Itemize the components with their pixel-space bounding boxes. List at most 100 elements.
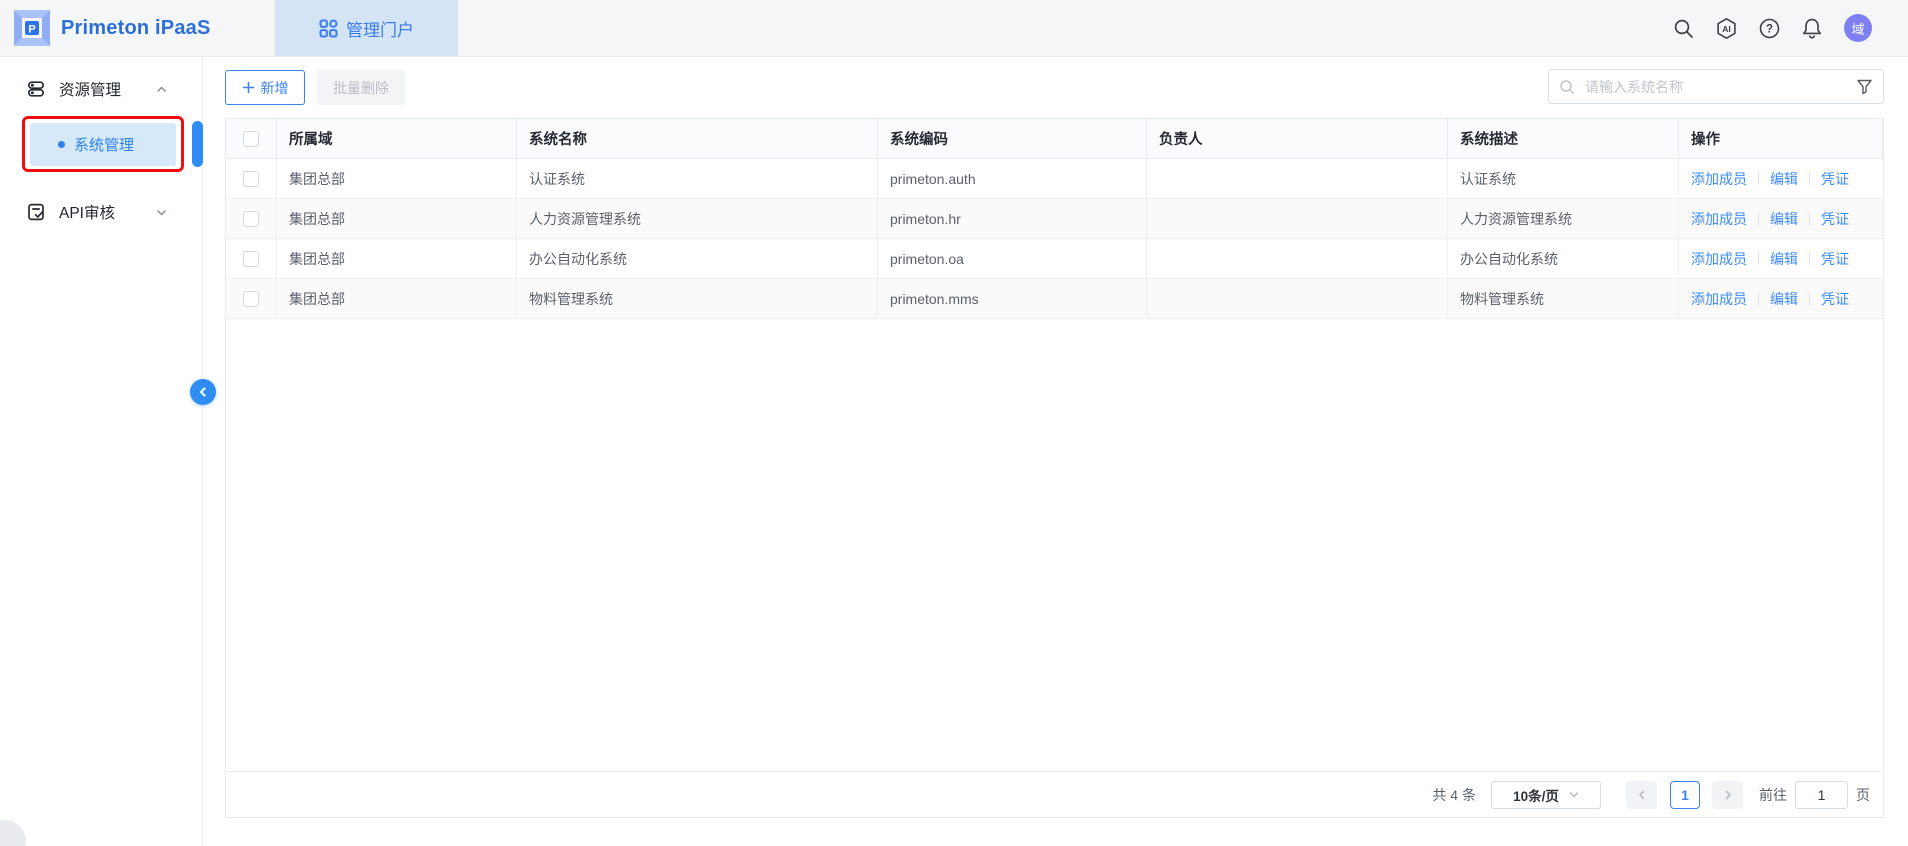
chevron-left-icon (1637, 790, 1647, 800)
chevron-up-icon (156, 84, 167, 95)
chevron-down-icon (1569, 790, 1579, 800)
page-unit-label: 页 (1856, 785, 1870, 805)
cell-code: primeton.hr (878, 199, 1147, 238)
action-divider (1809, 292, 1810, 305)
search-icon[interactable] (1673, 18, 1694, 39)
sidebar-collapse-button[interactable] (190, 379, 216, 405)
cell-domain: 集团总部 (277, 279, 517, 318)
column-header-domain: 所属域 (277, 119, 517, 158)
credential-link[interactable]: 凭证 (1821, 209, 1849, 229)
cell-owner (1147, 279, 1448, 318)
sidebar-group-api-audit[interactable]: API审核 (0, 192, 202, 232)
page-number-button[interactable]: 1 (1670, 781, 1700, 809)
sidebar: 资源管理 系统管理 API审核 (0, 56, 203, 846)
page-size-value: 10条/页 (1513, 785, 1559, 805)
add-member-link[interactable]: 添加成员 (1691, 169, 1747, 189)
logo-icon: P (12, 8, 52, 48)
pagination-bar: 共 4 条 10条/页 1 前往 页 (226, 771, 1883, 817)
cell-code: primeton.mms (878, 279, 1147, 318)
sidebar-item-label: 系统管理 (74, 134, 134, 155)
resources-stack-icon (26, 79, 46, 99)
page-size-select[interactable]: 10条/页 (1491, 781, 1601, 809)
chevron-down-icon (156, 207, 167, 218)
sidebar-group-label: API审核 (59, 201, 115, 223)
edit-link[interactable]: 编辑 (1770, 249, 1798, 269)
row-checkbox[interactable] (243, 251, 259, 267)
tab-management-portal[interactable]: 管理门户 (275, 0, 458, 56)
sidebar-item-system-management[interactable]: 系统管理 (30, 123, 176, 166)
goto-page-input[interactable] (1795, 781, 1848, 809)
user-avatar[interactable]: 域 (1844, 14, 1872, 42)
svg-text:AI: AI (1722, 23, 1731, 33)
batch-delete-label: 批量删除 (333, 78, 389, 98)
row-checkbox[interactable] (243, 211, 259, 227)
active-bullet-icon (58, 141, 65, 148)
column-header-name: 系统名称 (517, 119, 878, 158)
credential-link[interactable]: 凭证 (1821, 289, 1849, 309)
action-divider (1758, 172, 1759, 185)
filter-funnel-icon[interactable] (1856, 78, 1873, 95)
cell-name: 人力资源管理系统 (517, 199, 878, 238)
column-header-description: 系统描述 (1448, 119, 1679, 158)
cell-description: 人力资源管理系统 (1448, 199, 1679, 238)
select-all-checkbox[interactable] (243, 131, 259, 147)
cell-name: 认证系统 (517, 159, 878, 198)
table-row: 集团总部 认证系统 primeton.auth 认证系统 添加成员 编辑 凭证 (226, 159, 1883, 199)
cell-owner (1147, 159, 1448, 198)
credential-link[interactable]: 凭证 (1821, 169, 1849, 189)
column-header-owner: 负责人 (1147, 119, 1448, 158)
app-grid-icon (319, 19, 338, 38)
sidebar-group-label: 资源管理 (59, 78, 121, 100)
action-divider (1809, 252, 1810, 265)
active-menu-indicator (192, 121, 203, 167)
credential-link[interactable]: 凭证 (1821, 249, 1849, 269)
cell-actions: 添加成员 编辑 凭证 (1679, 159, 1883, 198)
action-divider (1758, 212, 1759, 225)
next-page-button[interactable] (1712, 781, 1743, 809)
table-row: 集团总部 人力资源管理系统 primeton.hr 人力资源管理系统 添加成员 … (226, 199, 1883, 239)
add-member-link[interactable]: 添加成员 (1691, 209, 1747, 229)
cell-description: 认证系统 (1448, 159, 1679, 198)
goto-label: 前往 (1759, 785, 1787, 805)
row-checkbox[interactable] (243, 171, 259, 187)
notification-bell-icon[interactable] (1801, 17, 1823, 39)
add-member-link[interactable]: 添加成员 (1691, 249, 1747, 269)
app-title: Primeton iPaaS (61, 17, 211, 40)
help-icon[interactable]: ? (1759, 18, 1780, 39)
cell-actions: 添加成员 编辑 凭证 (1679, 199, 1883, 238)
batch-delete-button[interactable]: 批量删除 (317, 70, 405, 105)
chevron-right-icon (1723, 790, 1733, 800)
cell-actions: 添加成员 编辑 凭证 (1679, 239, 1883, 278)
api-audit-icon (26, 202, 46, 222)
cell-owner (1147, 199, 1448, 238)
row-checkbox[interactable] (243, 291, 259, 307)
header-actions: AI ? 域 (1673, 0, 1872, 56)
cell-domain: 集团总部 (277, 239, 517, 278)
edit-link[interactable]: 编辑 (1770, 289, 1798, 309)
action-divider (1809, 172, 1810, 185)
add-member-link[interactable]: 添加成员 (1691, 289, 1747, 309)
svg-text:P: P (28, 24, 35, 36)
plus-icon (242, 81, 255, 94)
cell-name: 办公自动化系统 (517, 239, 878, 278)
app-header: P Primeton iPaaS 管理门户 (0, 0, 1908, 57)
cell-domain: 集团总部 (277, 159, 517, 198)
search-input[interactable] (1583, 78, 1846, 96)
action-divider (1758, 252, 1759, 265)
sidebar-group-resources[interactable]: 资源管理 (0, 69, 202, 109)
action-divider (1809, 212, 1810, 225)
cell-name: 物料管理系统 (517, 279, 878, 318)
edit-link[interactable]: 编辑 (1770, 169, 1798, 189)
cell-domain: 集团总部 (277, 199, 517, 238)
search-input-icon (1559, 79, 1575, 95)
system-search (1548, 69, 1884, 104)
svg-text:?: ? (1766, 23, 1773, 35)
edit-link[interactable]: 编辑 (1770, 209, 1798, 229)
add-button[interactable]: 新增 (225, 70, 305, 105)
table-empty-area (226, 319, 1883, 771)
systems-table-card: 所属域 系统名称 系统编码 负责人 系统描述 操作 集团总部 认证系统 prim… (225, 118, 1884, 818)
action-divider (1758, 292, 1759, 305)
ai-assistant-icon[interactable]: AI (1715, 17, 1738, 40)
prev-page-button[interactable] (1626, 781, 1657, 809)
brand: P Primeton iPaaS (12, 0, 211, 56)
